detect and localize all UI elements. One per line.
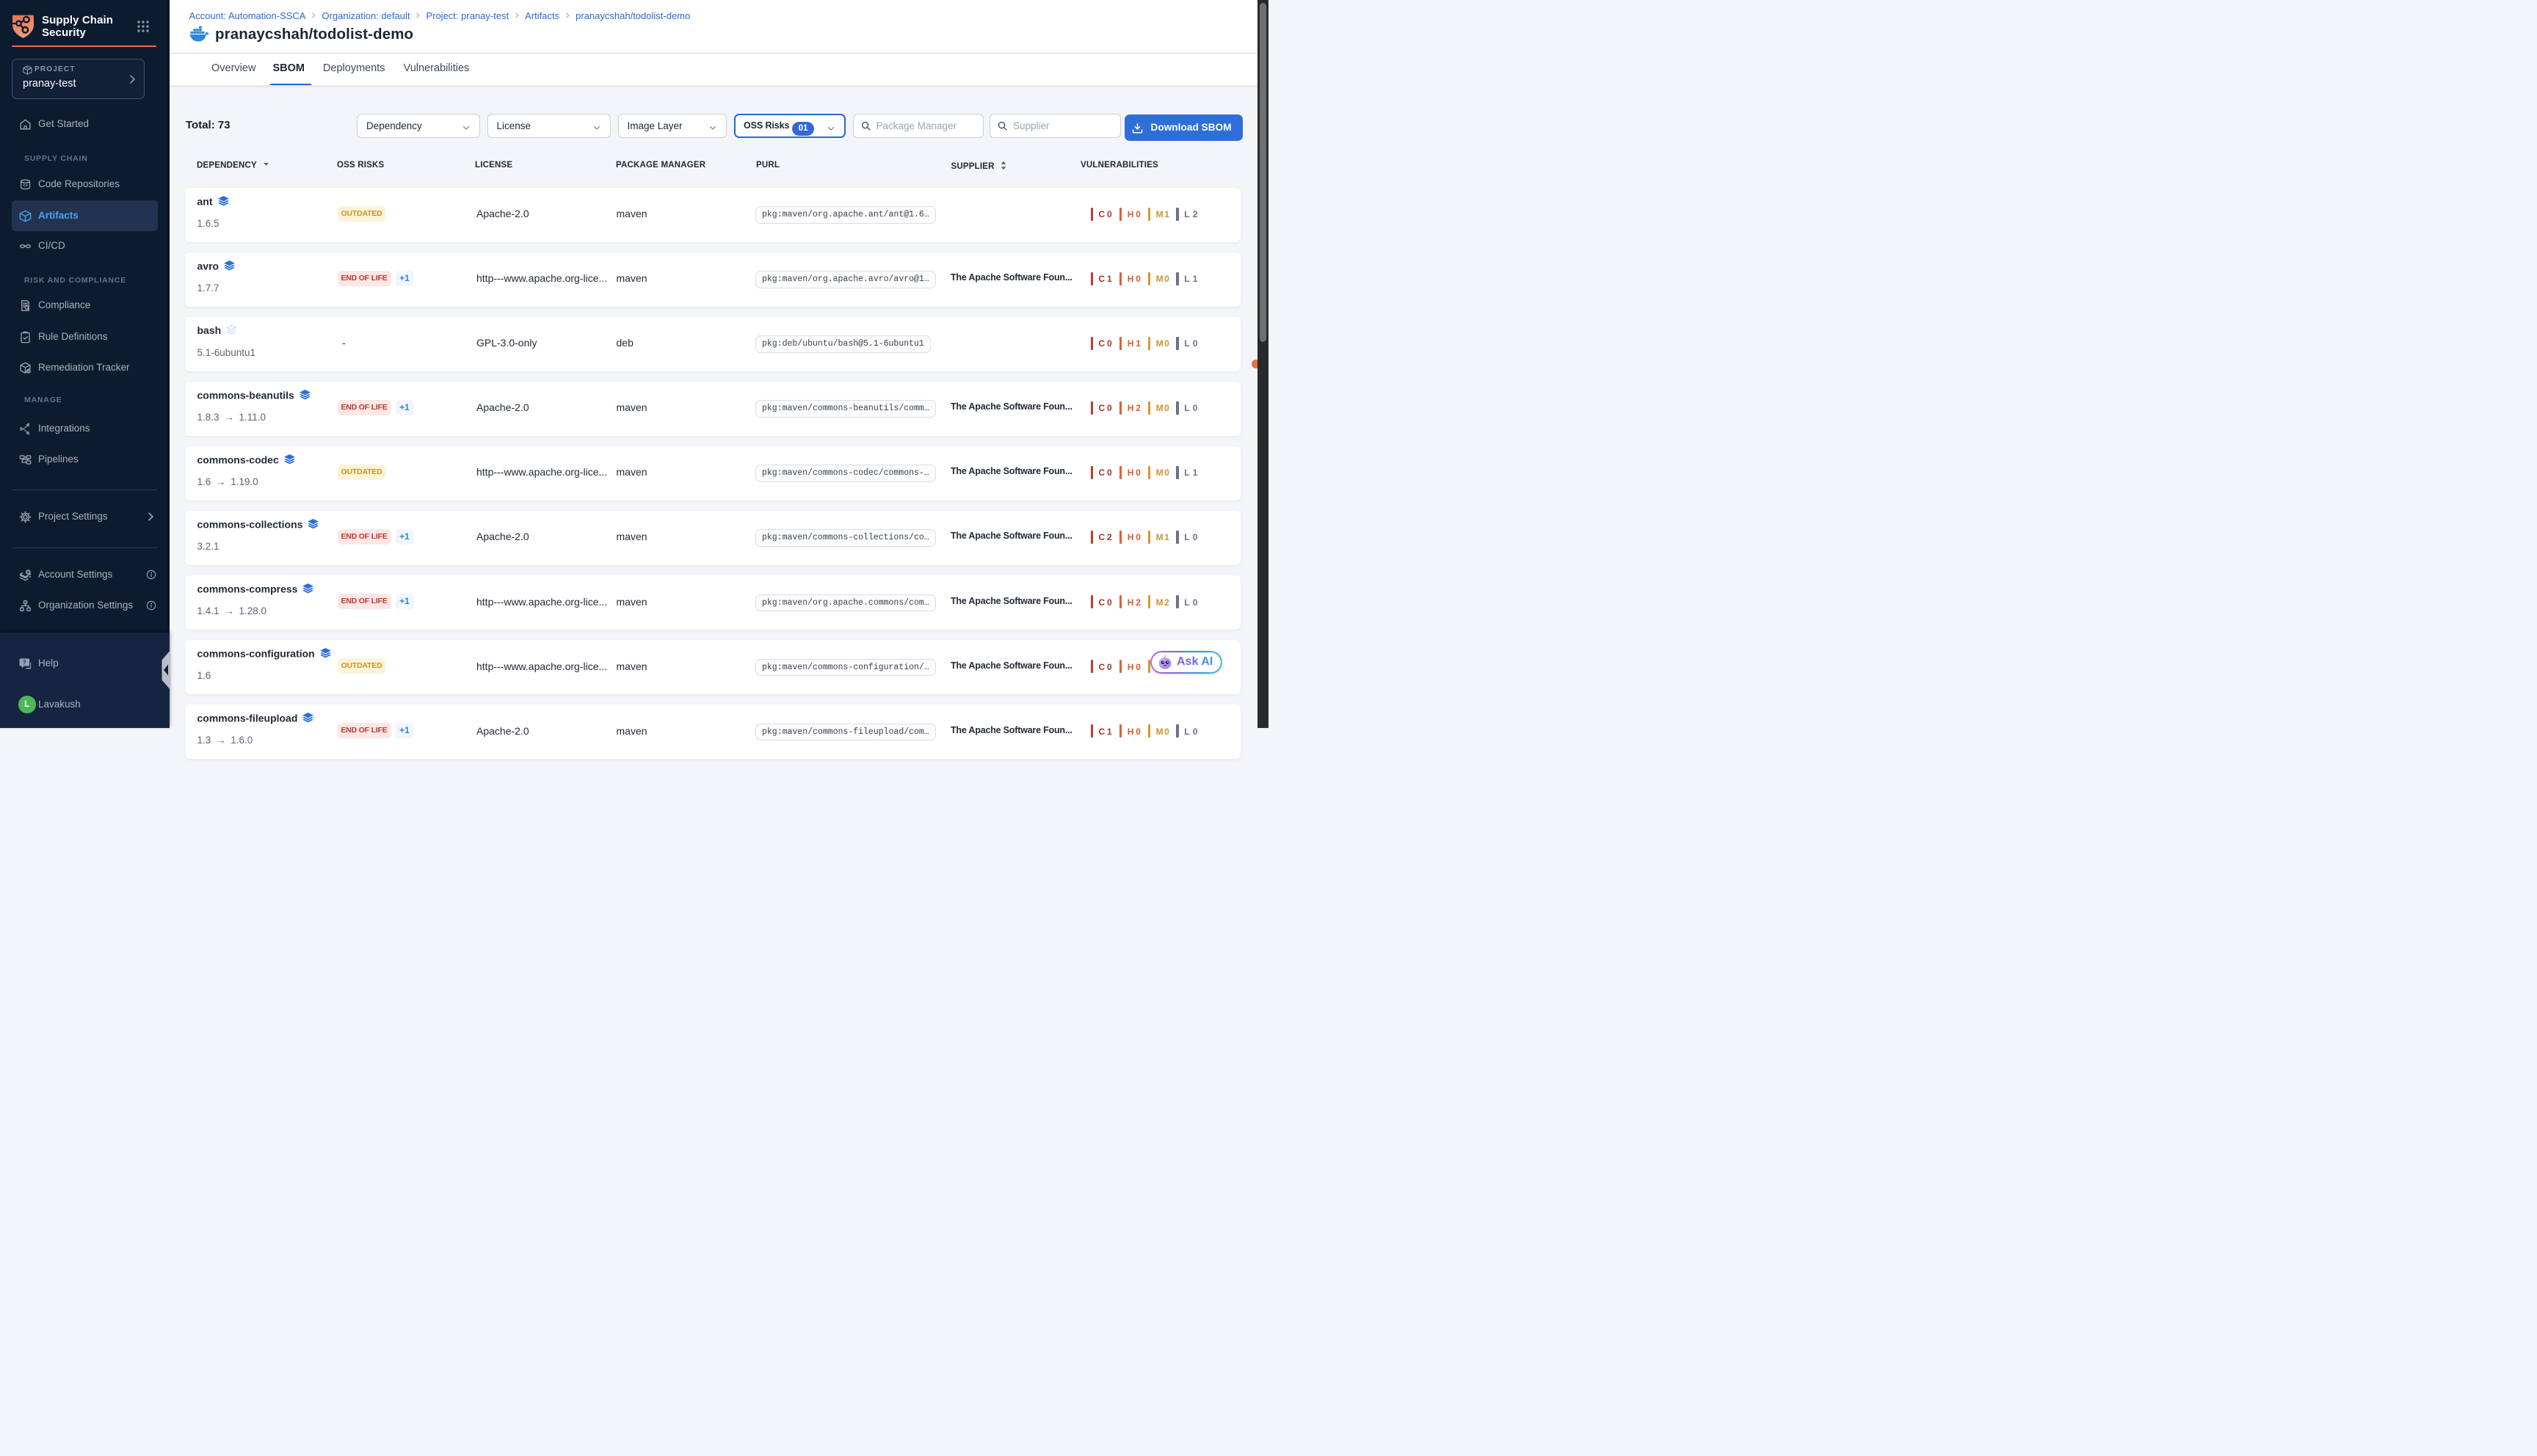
- svg-text:?: ?: [23, 659, 26, 666]
